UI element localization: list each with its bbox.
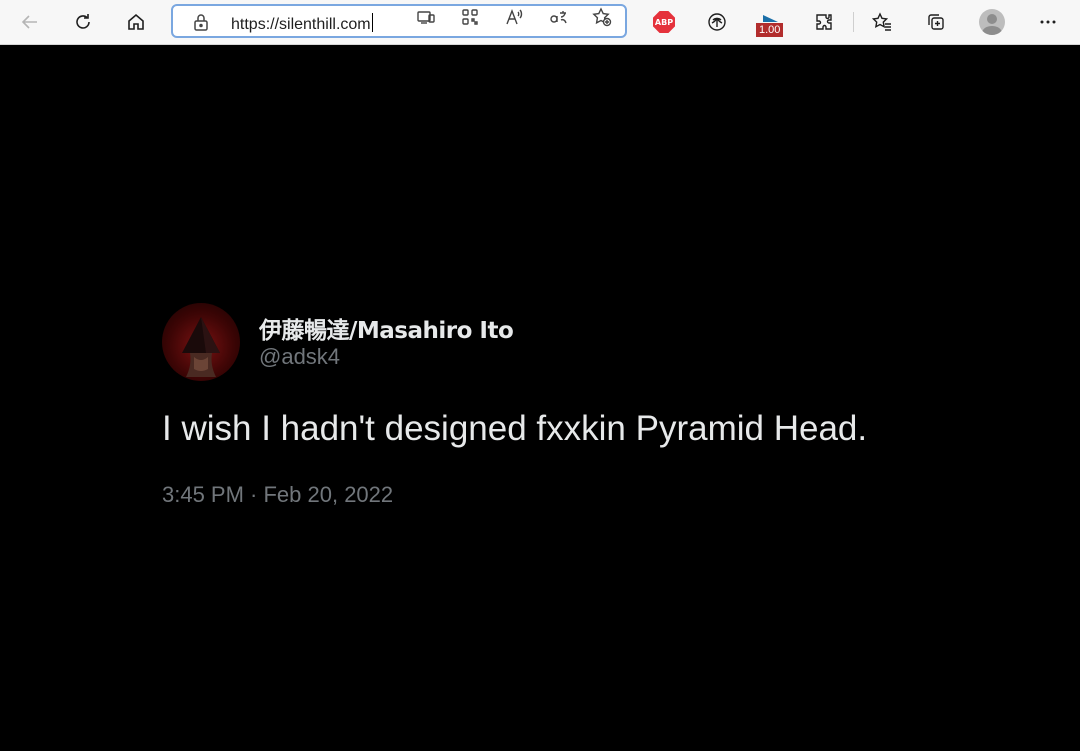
home-button[interactable] [120, 6, 152, 38]
more-menu-icon [1040, 20, 1056, 24]
browser-toolbar: https://silenthill.com ABP 1.00 [0, 0, 1080, 45]
display-name[interactable]: 伊藤暢達/Masahiro Ito [259, 311, 514, 345]
url-host: https://silenthill.com [231, 16, 371, 33]
lock-icon[interactable] [191, 12, 211, 32]
adblock-extension-button[interactable]: ABP [648, 6, 680, 38]
pyramid-head-avatar-icon [182, 317, 220, 377]
toolbar-separator [853, 12, 854, 32]
collections-icon [928, 14, 944, 30]
read-aloud-icon[interactable] [503, 6, 525, 28]
collections-button[interactable] [920, 6, 952, 38]
profile-picture[interactable] [162, 303, 240, 381]
back-button[interactable] [14, 6, 46, 38]
text-caret [371, 13, 373, 32]
palm-tree-icon [708, 13, 726, 31]
extensions-button[interactable] [808, 6, 840, 38]
translate-icon[interactable] [547, 6, 569, 28]
adblock-icon: ABP [653, 11, 675, 33]
add-favorite-icon[interactable] [591, 6, 613, 28]
qr-code-icon[interactable] [459, 6, 481, 28]
extension-button-2[interactable] [701, 6, 733, 38]
profile-avatar-icon [979, 9, 1005, 35]
more-menu-button[interactable] [1032, 6, 1064, 38]
app-available-icon[interactable] [415, 6, 437, 28]
back-arrow-icon [21, 15, 37, 29]
favorites-button[interactable] [866, 6, 898, 38]
user-handle[interactable]: @adsk4 [259, 344, 340, 370]
extensions-icon [816, 14, 832, 30]
tweet-timestamp[interactable]: 3:45 PM · Feb 20, 2022 [162, 482, 393, 508]
profile-button[interactable] [976, 6, 1008, 38]
home-icon [128, 13, 144, 30]
refresh-icon [76, 14, 90, 29]
tweet-text: I wish I hadn't designed fxxkin Pyramid … [162, 409, 868, 448]
refresh-button[interactable] [67, 6, 99, 38]
favorites-icon [872, 12, 891, 31]
url-text[interactable]: https://silenthill.com [231, 13, 373, 34]
speed-badge: 1.00 [756, 23, 784, 37]
